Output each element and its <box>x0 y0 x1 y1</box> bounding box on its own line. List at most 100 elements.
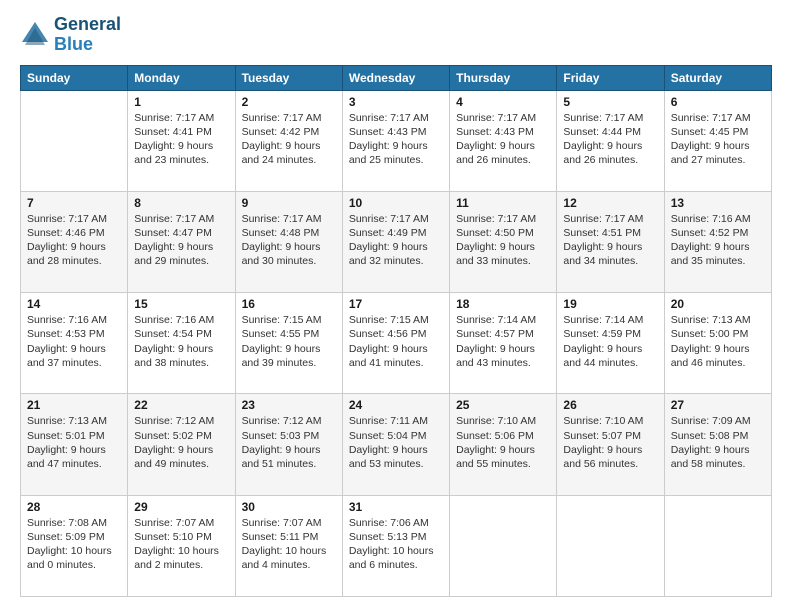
column-header-wednesday: Wednesday <box>342 65 449 90</box>
day-info: Sunrise: 7:17 AM Sunset: 4:49 PM Dayligh… <box>349 212 443 269</box>
calendar-cell <box>450 495 557 596</box>
calendar-cell: 2 Sunrise: 7:17 AM Sunset: 4:42 PM Daylig… <box>235 90 342 191</box>
day-number: 17 <box>349 297 443 311</box>
calendar-cell: 29Sunrise: 7:07 AM Sunset: 5:10 PM Dayli… <box>128 495 235 596</box>
calendar-cell: 31 Sunrise: 7:06 AM Sunset: 5:13 PM Dayli… <box>342 495 449 596</box>
day-info: Sunrise: 7:09 AM Sunset: 5:08 PM Dayligh… <box>671 414 765 471</box>
calendar-cell <box>557 495 664 596</box>
header: General Blue <box>20 15 772 55</box>
calendar-cell: 8 Sunrise: 7:17 AM Sunset: 4:47 PM Daylig… <box>128 191 235 292</box>
day-number: 11 <box>456 196 550 210</box>
day-number: 22 <box>134 398 228 412</box>
day-number: 31 <box>349 500 443 514</box>
day-info: Sunrise: 7:17 AM Sunset: 4:50 PM Dayligh… <box>456 212 550 269</box>
calendar-cell: 16Sunrise: 7:15 AM Sunset: 4:55 PM Dayli… <box>235 293 342 394</box>
day-info: Sunrise: 7:16 AM Sunset: 4:54 PM Dayligh… <box>134 313 228 370</box>
day-info: Sunrise: 7:17 AM Sunset: 4:42 PM Dayligh… <box>242 111 336 168</box>
day-number: 13 <box>671 196 765 210</box>
calendar-cell <box>664 495 771 596</box>
day-number: 1 <box>134 95 228 109</box>
calendar-cell: 25Sunrise: 7:10 AM Sunset: 5:06 PM Dayli… <box>450 394 557 495</box>
calendar-body: 1Sunrise: 7:17 AM Sunset: 4:41 PM Daylig… <box>21 90 772 596</box>
day-info: Sunrise: 7:10 AM Sunset: 5:07 PM Dayligh… <box>563 414 657 471</box>
day-info: Sunrise: 7:17 AM Sunset: 4:47 PM Dayligh… <box>134 212 228 269</box>
day-info: Sunrise: 7:15 AM Sunset: 4:56 PM Dayligh… <box>349 313 443 370</box>
day-number: 10 <box>349 196 443 210</box>
day-info: Sunrise: 7:06 AM Sunset: 5:13 PM Dayligh… <box>349 516 443 573</box>
logo: General Blue <box>20 15 121 55</box>
week-row-1: 1Sunrise: 7:17 AM Sunset: 4:41 PM Daylig… <box>21 90 772 191</box>
calendar-cell: 7 Sunrise: 7:17 AM Sunset: 4:46 PM Daylig… <box>21 191 128 292</box>
calendar-cell: 26 Sunrise: 7:10 AM Sunset: 5:07 PM Dayli… <box>557 394 664 495</box>
calendar-cell: 11 Sunrise: 7:17 AM Sunset: 4:50 PM Dayli… <box>450 191 557 292</box>
week-row-2: 7 Sunrise: 7:17 AM Sunset: 4:46 PM Daylig… <box>21 191 772 292</box>
logo-text: General Blue <box>54 15 121 55</box>
calendar-cell: 5 Sunrise: 7:17 AM Sunset: 4:44 PM Daylig… <box>557 90 664 191</box>
calendar-cell: 23 Sunrise: 7:12 AM Sunset: 5:03 PM Dayli… <box>235 394 342 495</box>
calendar-cell: 18Sunrise: 7:14 AM Sunset: 4:57 PM Dayli… <box>450 293 557 394</box>
calendar-table: SundayMondayTuesdayWednesdayThursdayFrid… <box>20 65 772 597</box>
day-number: 15 <box>134 297 228 311</box>
day-number: 14 <box>27 297 121 311</box>
day-number: 9 <box>242 196 336 210</box>
day-info: Sunrise: 7:16 AM Sunset: 4:53 PM Dayligh… <box>27 313 121 370</box>
week-row-4: 21 Sunrise: 7:13 AM Sunset: 5:01 PM Dayli… <box>21 394 772 495</box>
calendar-cell: 27Sunrise: 7:09 AM Sunset: 5:08 PM Dayli… <box>664 394 771 495</box>
calendar-cell: 12Sunrise: 7:17 AM Sunset: 4:51 PM Dayli… <box>557 191 664 292</box>
day-number: 29 <box>134 500 228 514</box>
day-info: Sunrise: 7:17 AM Sunset: 4:48 PM Dayligh… <box>242 212 336 269</box>
day-info: Sunrise: 7:08 AM Sunset: 5:09 PM Dayligh… <box>27 516 121 573</box>
day-number: 6 <box>671 95 765 109</box>
day-number: 23 <box>242 398 336 412</box>
calendar-cell: 14 Sunrise: 7:16 AM Sunset: 4:53 PM Dayli… <box>21 293 128 394</box>
day-info: Sunrise: 7:11 AM Sunset: 5:04 PM Dayligh… <box>349 414 443 471</box>
day-info: Sunrise: 7:17 AM Sunset: 4:46 PM Dayligh… <box>27 212 121 269</box>
calendar-cell: 10 Sunrise: 7:17 AM Sunset: 4:49 PM Dayli… <box>342 191 449 292</box>
day-info: Sunrise: 7:12 AM Sunset: 5:02 PM Dayligh… <box>134 414 228 471</box>
day-number: 18 <box>456 297 550 311</box>
calendar-cell: 4 Sunrise: 7:17 AM Sunset: 4:43 PM Daylig… <box>450 90 557 191</box>
calendar-cell: 20Sunrise: 7:13 AM Sunset: 5:00 PM Dayli… <box>664 293 771 394</box>
calendar-cell: 3 Sunrise: 7:17 AM Sunset: 4:43 PM Daylig… <box>342 90 449 191</box>
day-info: Sunrise: 7:07 AM Sunset: 5:11 PM Dayligh… <box>242 516 336 573</box>
column-header-sunday: Sunday <box>21 65 128 90</box>
day-number: 3 <box>349 95 443 109</box>
calendar-cell: 1Sunrise: 7:17 AM Sunset: 4:41 PM Daylig… <box>128 90 235 191</box>
day-number: 7 <box>27 196 121 210</box>
column-header-tuesday: Tuesday <box>235 65 342 90</box>
calendar-header: SundayMondayTuesdayWednesdayThursdayFrid… <box>21 65 772 90</box>
day-number: 26 <box>563 398 657 412</box>
day-info: Sunrise: 7:17 AM Sunset: 4:51 PM Dayligh… <box>563 212 657 269</box>
calendar-cell: 17 Sunrise: 7:15 AM Sunset: 4:56 PM Dayli… <box>342 293 449 394</box>
column-header-thursday: Thursday <box>450 65 557 90</box>
day-number: 19 <box>563 297 657 311</box>
column-header-saturday: Saturday <box>664 65 771 90</box>
day-number: 2 <box>242 95 336 109</box>
header-row: SundayMondayTuesdayWednesdayThursdayFrid… <box>21 65 772 90</box>
day-number: 8 <box>134 196 228 210</box>
day-info: Sunrise: 7:17 AM Sunset: 4:43 PM Dayligh… <box>456 111 550 168</box>
day-number: 24 <box>349 398 443 412</box>
day-info: Sunrise: 7:17 AM Sunset: 4:44 PM Dayligh… <box>563 111 657 168</box>
week-row-3: 14 Sunrise: 7:16 AM Sunset: 4:53 PM Dayli… <box>21 293 772 394</box>
day-number: 5 <box>563 95 657 109</box>
day-info: Sunrise: 7:10 AM Sunset: 5:06 PM Dayligh… <box>456 414 550 471</box>
column-header-friday: Friday <box>557 65 664 90</box>
calendar-cell: 13Sunrise: 7:16 AM Sunset: 4:52 PM Dayli… <box>664 191 771 292</box>
calendar-cell: 9 Sunrise: 7:17 AM Sunset: 4:48 PM Daylig… <box>235 191 342 292</box>
day-number: 28 <box>27 500 121 514</box>
day-info: Sunrise: 7:17 AM Sunset: 4:45 PM Dayligh… <box>671 111 765 168</box>
day-number: 30 <box>242 500 336 514</box>
day-info: Sunrise: 7:13 AM Sunset: 5:00 PM Dayligh… <box>671 313 765 370</box>
day-info: Sunrise: 7:12 AM Sunset: 5:03 PM Dayligh… <box>242 414 336 471</box>
day-number: 21 <box>27 398 121 412</box>
day-info: Sunrise: 7:15 AM Sunset: 4:55 PM Dayligh… <box>242 313 336 370</box>
calendar-cell: 28 Sunrise: 7:08 AM Sunset: 5:09 PM Dayli… <box>21 495 128 596</box>
calendar-cell: 30 Sunrise: 7:07 AM Sunset: 5:11 PM Dayli… <box>235 495 342 596</box>
calendar-cell: 6 Sunrise: 7:17 AM Sunset: 4:45 PM Daylig… <box>664 90 771 191</box>
day-info: Sunrise: 7:13 AM Sunset: 5:01 PM Dayligh… <box>27 414 121 471</box>
day-info: Sunrise: 7:17 AM Sunset: 4:43 PM Dayligh… <box>349 111 443 168</box>
day-number: 4 <box>456 95 550 109</box>
day-info: Sunrise: 7:14 AM Sunset: 4:59 PM Dayligh… <box>563 313 657 370</box>
week-row-5: 28 Sunrise: 7:08 AM Sunset: 5:09 PM Dayli… <box>21 495 772 596</box>
